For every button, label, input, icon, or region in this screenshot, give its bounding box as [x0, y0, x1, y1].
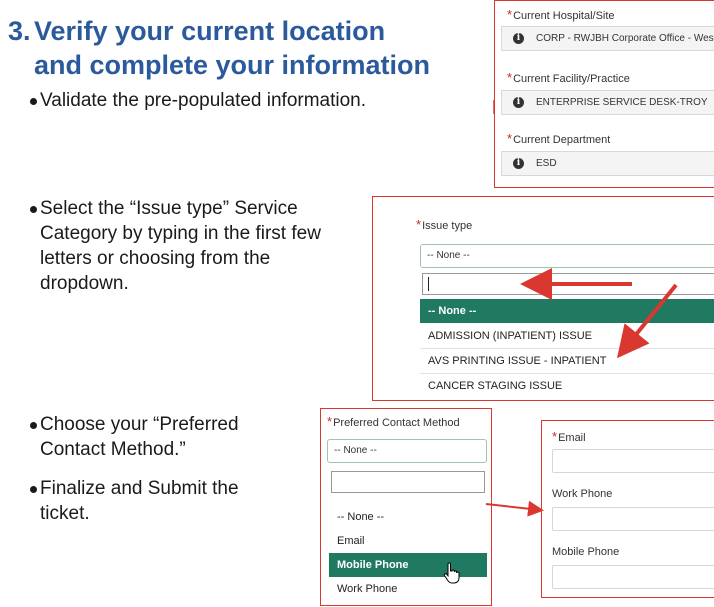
contact-method-dropdown: -- None -- Email Mobile Phone Work Phone [329, 505, 487, 605]
issue-type-select[interactable]: -- None -- [420, 244, 714, 268]
bullet-validate: Validate the pre-populated information. [30, 88, 460, 113]
contact-method-select[interactable]: -- None -- [327, 439, 487, 463]
hospital-label: *Current Hospital/Site [507, 7, 615, 22]
department-field: i ESD [501, 151, 714, 176]
section-heading: 3. Verify your current location and compl… [8, 14, 468, 82]
issue-option-admission[interactable]: ADMISSION (INPATIENT) ISSUE [420, 324, 714, 348]
contact-details-panel: *Email Work Phone Mobile Phone [541, 420, 714, 598]
required-asterisk: * [416, 217, 422, 232]
info-circle-icon: i [513, 97, 524, 108]
hospital-field: i CORP - RWJBH Corporate Office - West [501, 26, 714, 51]
info-circle-icon: i [513, 158, 524, 169]
issue-type-dropdown: -- None -- ADMISSION (INPATIENT) ISSUE A… [420, 299, 714, 399]
bullet-text: Choose your “Preferred Contact Method.” [40, 414, 239, 460]
bullet-text: Finalize and Submit the ticket. [40, 478, 239, 524]
issue-type-panel: *Issue type -- None -- -- None -- ADMISS… [372, 196, 714, 401]
bullet-issue-type: Select the “Issue type” Service Category… [30, 196, 340, 296]
email-field[interactable] [552, 449, 714, 473]
issue-option-cancer-staging[interactable]: CANCER STAGING ISSUE [420, 374, 714, 398]
bullet-contact-method: Choose your “Preferred Contact Method.” [30, 412, 280, 462]
bullet-dot [30, 486, 37, 493]
issue-type-label: *Issue type [416, 217, 473, 232]
issue-option-avs-printing[interactable]: AVS PRINTING ISSUE - INPATIENT [420, 349, 714, 373]
facility-label: *Current Facility/Practice [507, 70, 630, 85]
text-caret [428, 277, 429, 291]
email-label: *Email [552, 429, 586, 444]
facility-field: i ENTERPRISE SERVICE DESK-TROY [501, 90, 714, 115]
work-phone-label: Work Phone [552, 488, 613, 500]
hospital-value: CORP - RWJBH Corporate Office - West [536, 33, 714, 44]
arrow-to-contact-fields [485, 500, 544, 517]
required-asterisk: * [507, 70, 513, 85]
heading-line-2: and complete your information [34, 50, 431, 80]
mobile-phone-field[interactable] [552, 565, 714, 589]
issue-option-none[interactable]: -- None -- [420, 299, 714, 323]
location-panel: *Current Hospital/Site i CORP - RWJBH Co… [494, 0, 714, 188]
department-value: ESD [536, 158, 557, 169]
contact-option-email[interactable]: Email [329, 529, 487, 553]
bullet-submit: Finalize and Submit the ticket. [30, 476, 280, 526]
contact-option-none[interactable]: -- None -- [329, 505, 487, 529]
bullet-dot [30, 98, 37, 105]
required-asterisk: * [507, 7, 513, 22]
contact-option-mobile-phone[interactable]: Mobile Phone [329, 553, 487, 577]
required-asterisk: * [552, 429, 558, 444]
bullet-dot [30, 422, 37, 429]
bullet-text: Select the “Issue type” Service Category… [40, 198, 321, 294]
heading-line-1: Verify your current location [34, 16, 386, 46]
contact-option-work-phone[interactable]: Work Phone [329, 577, 487, 601]
contact-method-panel: *Preferred Contact Method -- None -- -- … [320, 408, 492, 606]
facility-value: ENTERPRISE SERVICE DESK-TROY [536, 97, 708, 108]
issue-type-search-input[interactable] [422, 273, 714, 295]
required-asterisk: * [327, 414, 333, 429]
contact-method-search-input[interactable] [331, 471, 485, 493]
required-asterisk: * [507, 131, 513, 146]
hand-pointer-icon [443, 562, 460, 584]
mobile-phone-label: Mobile Phone [552, 546, 620, 558]
info-circle-icon: i [513, 33, 524, 44]
department-label: *Current Department [507, 131, 611, 146]
step-number: 3. [8, 16, 31, 46]
contact-method-label: *Preferred Contact Method [327, 414, 460, 429]
work-phone-field[interactable] [552, 507, 714, 531]
bullet-text: Validate the pre-populated information. [40, 90, 367, 111]
bullet-dot [30, 206, 37, 213]
